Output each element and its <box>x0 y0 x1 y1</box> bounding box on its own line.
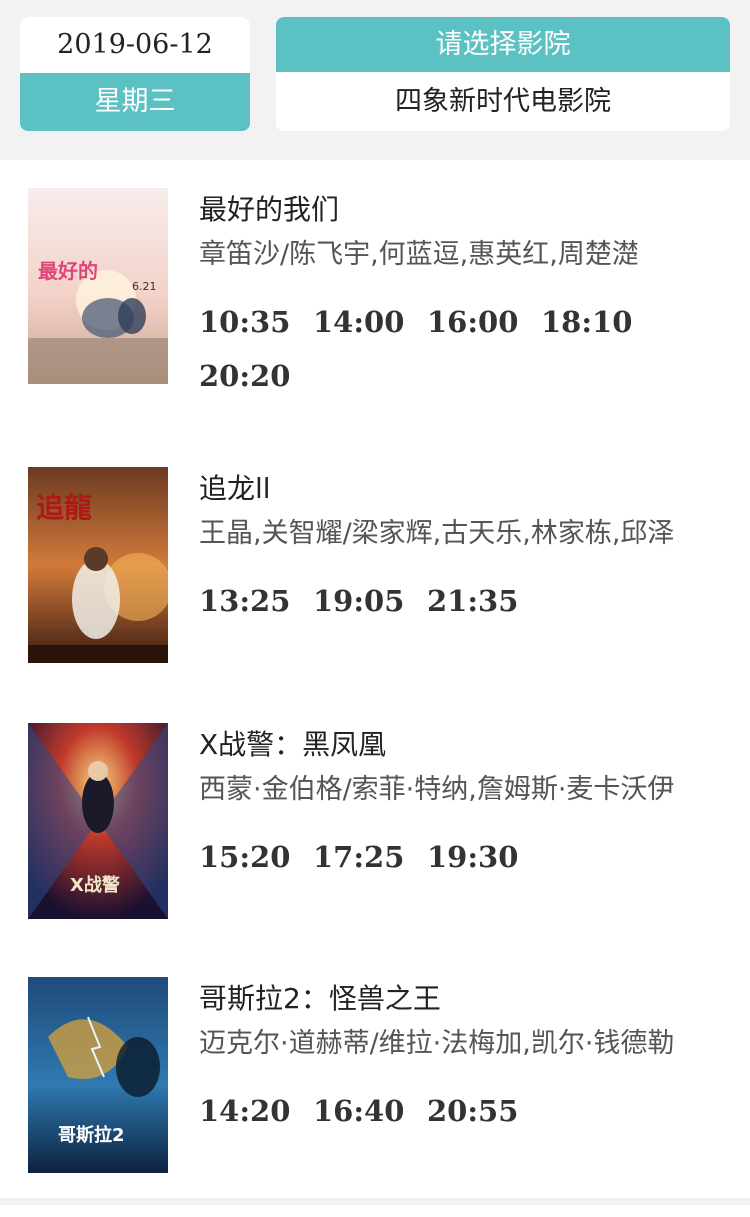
showtime-button[interactable]: 18:10 <box>541 295 655 349</box>
showtime-button[interactable]: 17:25 <box>313 830 427 884</box>
showtime-button[interactable]: 19:05 <box>313 574 427 628</box>
showtime-button[interactable]: 14:20 <box>199 1084 313 1138</box>
svg-text:X战警: X战警 <box>70 874 120 896</box>
movie-info: 追龙ll 王晶,关智耀/梁家辉,古天乐,林家栋,邱泽 13:25 19:05 2… <box>199 467 729 628</box>
movie-info: 最好的我们 章笛沙/陈飞宇,何蓝逗,惠英红,周楚濋 10:35 14:00 16… <box>199 188 729 403</box>
movie-cast: 章笛沙/陈飞宇,何蓝逗,惠英红,周楚濋 <box>199 239 639 270</box>
movie-poster[interactable]: X战警 <box>28 723 168 919</box>
movie-info: 哥斯拉2：怪兽之王 迈克尔·道赫蒂/维拉·法梅加,凯尔·钱德勒 14:20 16… <box>199 977 729 1138</box>
showtime-list: 13:25 19:05 21:35 <box>199 574 719 628</box>
showtime-button[interactable]: 14:00 <box>313 295 427 349</box>
date-value: 2019-06-12 <box>20 17 250 73</box>
showtime-button[interactable]: 19:30 <box>427 830 541 884</box>
cinema-name: 四象新时代电影院 <box>395 86 611 117</box>
movie-item: 哥斯拉2 哥斯拉2：怪兽之王 迈克尔·道赫蒂/维拉·法梅加,凯尔·钱德勒 14:… <box>0 977 750 1217</box>
showtime-button[interactable]: 13:25 <box>199 574 313 628</box>
movie-info: X战警：黑凤凰 西蒙·金伯格/索菲·特纳,詹姆斯·麦卡沃伊 15:20 17:2… <box>199 723 729 884</box>
footer-divider <box>0 1198 750 1205</box>
showtime-button[interactable]: 16:40 <box>313 1084 427 1138</box>
movie-title[interactable]: X战警：黑凤凰 <box>199 725 729 765</box>
movie-poster[interactable]: 最好的 6.21 <box>28 188 168 384</box>
cinema-selector[interactable]: 请选择影院 四象新时代电影院 <box>276 17 730 131</box>
showtime-list: 10:35 14:00 16:00 18:10 20:20 <box>199 295 719 403</box>
showtime-button[interactable]: 20:20 <box>199 349 313 403</box>
showtime-button[interactable]: 10:35 <box>199 295 313 349</box>
weekday-label: 星期三 <box>94 86 176 117</box>
movie-title[interactable]: 最好的我们 <box>199 190 729 230</box>
svg-text:最好的: 最好的 <box>38 259 98 283</box>
movie-item: 最好的 6.21 最好的我们 章笛沙/陈飞宇,何蓝逗,惠英红,周楚濋 10:35… <box>0 188 750 428</box>
showtime-list: 14:20 16:40 20:55 <box>199 1084 719 1138</box>
showtime-button[interactable]: 21:35 <box>427 574 541 628</box>
showtime-button[interactable]: 16:00 <box>427 295 541 349</box>
movie-title[interactable]: 追龙ll <box>199 469 729 509</box>
movie-item: X战警 X战警：黑凤凰 西蒙·金伯格/索菲·特纳,詹姆斯·麦卡沃伊 15:20 … <box>0 723 750 963</box>
svg-text:6.21: 6.21 <box>132 280 157 293</box>
date-selector[interactable]: 2019-06-12 星期三 <box>20 17 250 131</box>
movie-title[interactable]: 哥斯拉2：怪兽之王 <box>199 979 729 1019</box>
svg-text:追龍: 追龍 <box>36 491 92 524</box>
header: 2019-06-12 星期三 请选择影院 四象新时代电影院 <box>0 0 750 160</box>
showtime-list: 15:20 17:25 19:30 <box>199 830 719 884</box>
showtime-button[interactable]: 15:20 <box>199 830 313 884</box>
movie-cast: 迈克尔·道赫蒂/维拉·法梅加,凯尔·钱德勒 <box>199 1028 675 1059</box>
movie-cast: 西蒙·金伯格/索菲·特纳,詹姆斯·麦卡沃伊 <box>199 774 675 805</box>
movie-poster[interactable]: 哥斯拉2 <box>28 977 168 1173</box>
svg-text:哥斯拉2: 哥斯拉2 <box>58 1124 125 1146</box>
movie-cast: 王晶,关智耀/梁家辉,古天乐,林家栋,邱泽 <box>199 518 675 549</box>
select-cinema-button[interactable]: 请选择影院 <box>276 17 730 72</box>
showtime-button[interactable]: 20:55 <box>427 1084 541 1138</box>
movie-poster[interactable]: 追龍 <box>28 467 168 663</box>
movie-item: 追龍 追龙ll 王晶,关智耀/梁家辉,古天乐,林家栋,邱泽 13:25 19:0… <box>0 467 750 707</box>
